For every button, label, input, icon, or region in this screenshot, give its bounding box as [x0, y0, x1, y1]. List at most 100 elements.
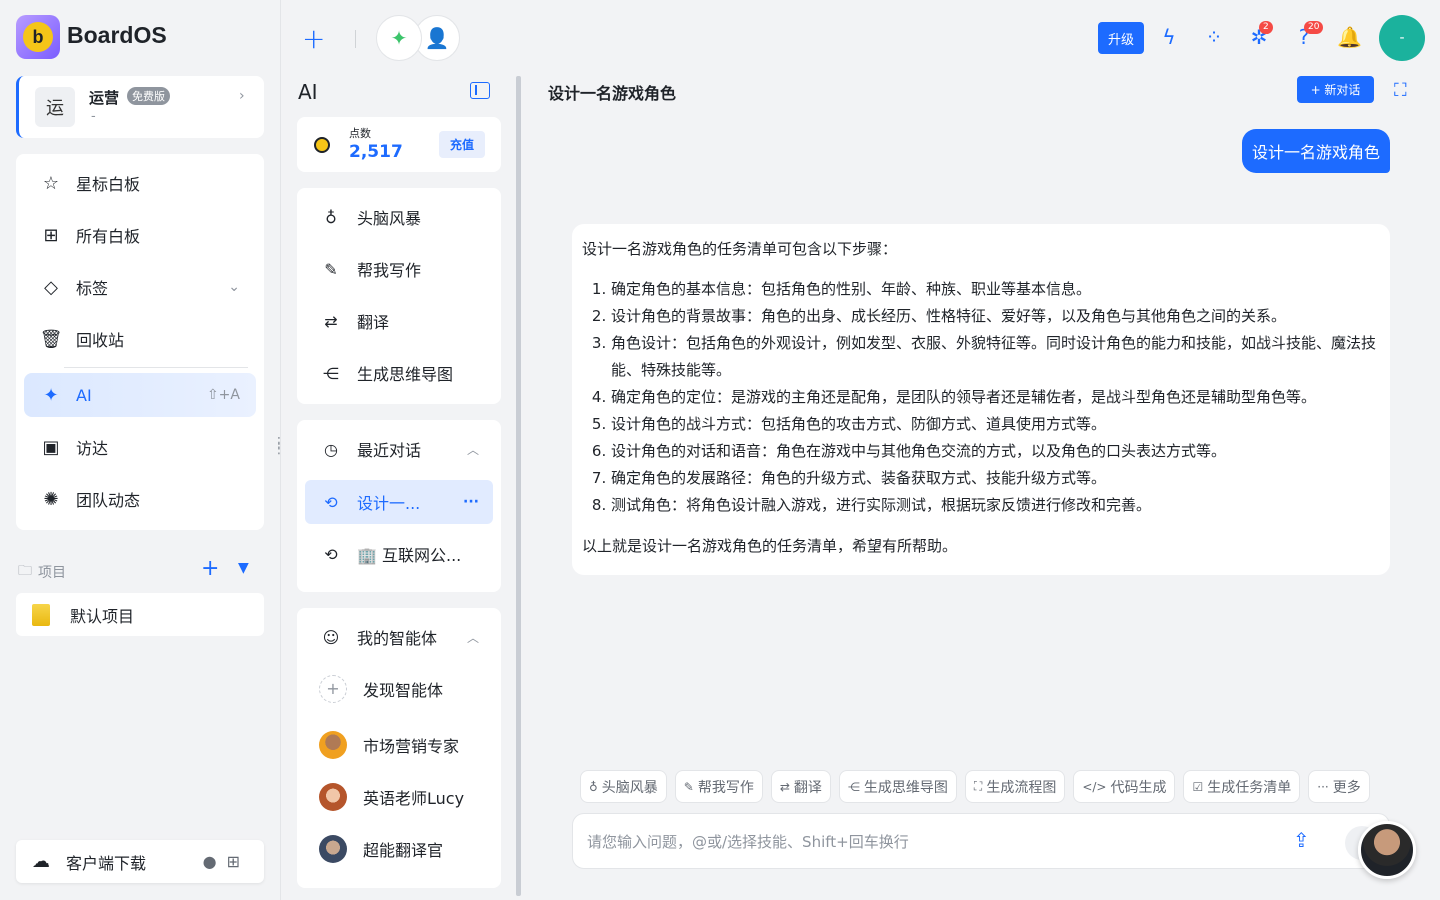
tool-brainstorm[interactable]: ♁ 头脑风暴 [305, 195, 493, 239]
nav-item-label: 星标白板 [76, 175, 141, 194]
coin-icon [314, 137, 330, 153]
discover-agents-button[interactable]: + 发现智能体 [305, 667, 493, 711]
main-nav: ☆ 星标白板 ⊞ 所有白板 ◇ 标签 ⌄ 🗑 回收站 ✦ AI ⇧+A ▣ 访达… [16, 154, 264, 530]
bulb-icon: ♁ [589, 779, 598, 794]
create-button[interactable]: + [302, 22, 325, 55]
apps-icon[interactable]: ⁘ [1202, 25, 1226, 49]
fullscreen-icon[interactable]: ⛶ [1394, 80, 1407, 101]
upload-icon[interactable]: ⇪ [1293, 828, 1310, 852]
project-item[interactable]: 默认项目 [16, 593, 264, 636]
more-icon: ··· [1317, 779, 1329, 794]
recent-chat-item[interactable]: ⟲ 🏢 互联网公... [305, 532, 493, 576]
chip-brainstorm[interactable]: ♁ 头脑风暴 [580, 770, 667, 803]
chip-flowchart[interactable]: ⛶ 生成流程图 [964, 770, 1066, 803]
chip-writing[interactable]: ✎ 帮我写作 [674, 770, 763, 803]
agents-header[interactable]: ☺ 我的智能体 ︿ [305, 615, 493, 659]
translate-icon: ⇄ [779, 779, 790, 794]
chip-label: 头脑风暴 [601, 779, 658, 796]
chip-more[interactable]: ··· 更多 [1308, 770, 1370, 803]
chat-icon: ⟲ [324, 492, 338, 512]
nav-item-starred[interactable]: ☆ 星标白板 [24, 161, 256, 205]
nav-item-visitor[interactable]: ▣ 访达 [24, 425, 256, 469]
agent-item[interactable]: 超能翻译官 [305, 827, 493, 871]
help-icon[interactable]: ? 20 [1292, 21, 1324, 49]
add-user-icon: 👤 [424, 26, 450, 50]
list-item: 设计角色的战斗方式：包括角色的攻击方式、防御方式、道具使用方式等。 [611, 411, 1380, 438]
recent-title: 最近对话 [357, 441, 422, 460]
nav-item-label: 访达 [76, 439, 109, 458]
list-item: 设计角色的对话和语音：角色在游戏中与其他角色交流的方式，以及角色的口头表达方式等… [611, 438, 1380, 465]
app-logo[interactable]: b [16, 15, 60, 59]
chip-mindmap[interactable]: ⋲ 生成思维导图 [838, 770, 957, 803]
chip-code[interactable]: </> 代码生成 [1073, 770, 1176, 803]
bell-icon[interactable]: 🔔 [1337, 25, 1362, 49]
filter-icon[interactable]: ▼ [238, 560, 249, 576]
points-label: 点数 [349, 127, 371, 140]
nav-item-label: AI [76, 385, 92, 405]
windows-icon[interactable]: ⊞ [227, 852, 250, 871]
recent-chats-header[interactable]: ◷ 最近对话 ︿ [305, 427, 493, 471]
cloud-download-icon: ☁ [32, 851, 50, 872]
ai-response-outro: 以上就是设计一名游戏角色的任务清单，希望有所帮助。 [582, 537, 958, 555]
nav-item-label: 回收站 [76, 331, 125, 350]
nav-item-all-boards[interactable]: ⊞ 所有白板 [24, 213, 256, 257]
chevron-down-icon: ⌄ [228, 279, 240, 295]
points-value: 2,517 [349, 142, 403, 162]
download-label: 客户端下载 [66, 853, 147, 873]
notification-badge: 20 [1304, 21, 1324, 34]
brand-name: BoardOS [67, 22, 167, 48]
shortcut-hint: ⇧+A [206, 387, 240, 403]
tool-translate[interactable]: ⇄ 翻译 [305, 299, 493, 343]
clock-icon: ◷ [324, 439, 338, 459]
sidebar-toggle-icon[interactable] [470, 82, 490, 99]
tag-icon: ◇ [44, 276, 58, 298]
chip-translate[interactable]: ⇄ 翻译 [770, 770, 831, 803]
chat-icon: ⟲ [324, 544, 338, 564]
agent-item[interactable]: 英语老师Lucy [305, 775, 493, 819]
recent-chats-card: ◷ 最近对话 ︿ ⟲ 设计一... ··· ⟲ 🏢 互联网公... [297, 420, 501, 592]
chip-label: 代码生成 [1110, 779, 1167, 796]
folder-icon: 🗀 [18, 563, 32, 579]
ai-sparkle-button[interactable]: ✦ [376, 15, 422, 61]
recharge-button[interactable]: 充值 [439, 131, 485, 158]
user-message: 设计一名游戏角色 [1242, 129, 1391, 173]
list-item: 确定角色的定位：是游戏的主角还是配角，是团队的领导者还是辅佐者，是战斗型角色还是… [611, 384, 1380, 411]
upgrade-button[interactable]: 升级 [1098, 22, 1144, 54]
chat-title: 设计一名游戏角色 [548, 84, 677, 103]
chip-label: 更多 [1332, 779, 1361, 796]
apple-icon[interactable]: ● [203, 852, 227, 871]
lightning-icon[interactable]: ϟ [1157, 25, 1181, 49]
code-icon: </> [1082, 779, 1107, 794]
chip-label: 生成流程图 [986, 779, 1057, 796]
nav-item-tags[interactable]: ◇ 标签 ⌄ [24, 265, 256, 309]
tool-mindmap[interactable]: ⋲ 生成思维导图 [305, 351, 493, 395]
recent-chat-item[interactable]: ⟲ 设计一... ··· [305, 480, 493, 524]
add-project-button[interactable]: + [201, 556, 219, 581]
grid-icon: ⊞ [43, 224, 59, 246]
agent-item[interactable]: 市场营销专家 [305, 723, 493, 767]
workspace-switcher[interactable]: 运 运营 免费版 - › [16, 76, 264, 138]
workspace-avatar: 运 [35, 87, 75, 127]
chat-input-box: ⇪ [572, 813, 1390, 869]
panel-splitter[interactable] [516, 76, 521, 896]
sparkle-icon: ✦ [43, 384, 59, 406]
plugin-icon[interactable]: ✲ 2 [1247, 21, 1273, 49]
nav-item-label: 标签 [76, 279, 109, 298]
assistant-avatar[interactable] [1358, 821, 1416, 879]
nav-item-trash[interactable]: 🗑 回收站 [24, 317, 256, 361]
nav-item-ai[interactable]: ✦ AI ⇧+A [24, 373, 256, 417]
user-avatar[interactable]: - [1379, 15, 1425, 61]
chat-input[interactable] [587, 830, 1267, 854]
list-item: 角色设计：包括角色的外观设计，例如发型、衣服、外貌特征等。同时设计角色的能力和技… [611, 330, 1380, 384]
chevron-up-icon: ︿ [466, 442, 479, 457]
workspace-name: 运营 [89, 89, 120, 107]
nav-item-team-activity[interactable]: ✺ 团队动态 [24, 477, 256, 521]
client-download-button[interactable]: ☁ 客户端下载 ●⊞ [16, 840, 264, 883]
new-chat-button[interactable]: + 新对话 [1297, 76, 1374, 103]
more-icon[interactable]: ··· [463, 494, 479, 510]
tool-writing[interactable]: ✎ 帮我写作 [305, 247, 493, 291]
plan-badge: 免费版 [127, 87, 170, 105]
chip-checklist[interactable]: ☑ 生成任务清单 [1183, 770, 1301, 803]
tool-label: 帮我写作 [357, 261, 422, 280]
resize-handle[interactable]: ⋮ ⋮ [272, 436, 286, 456]
